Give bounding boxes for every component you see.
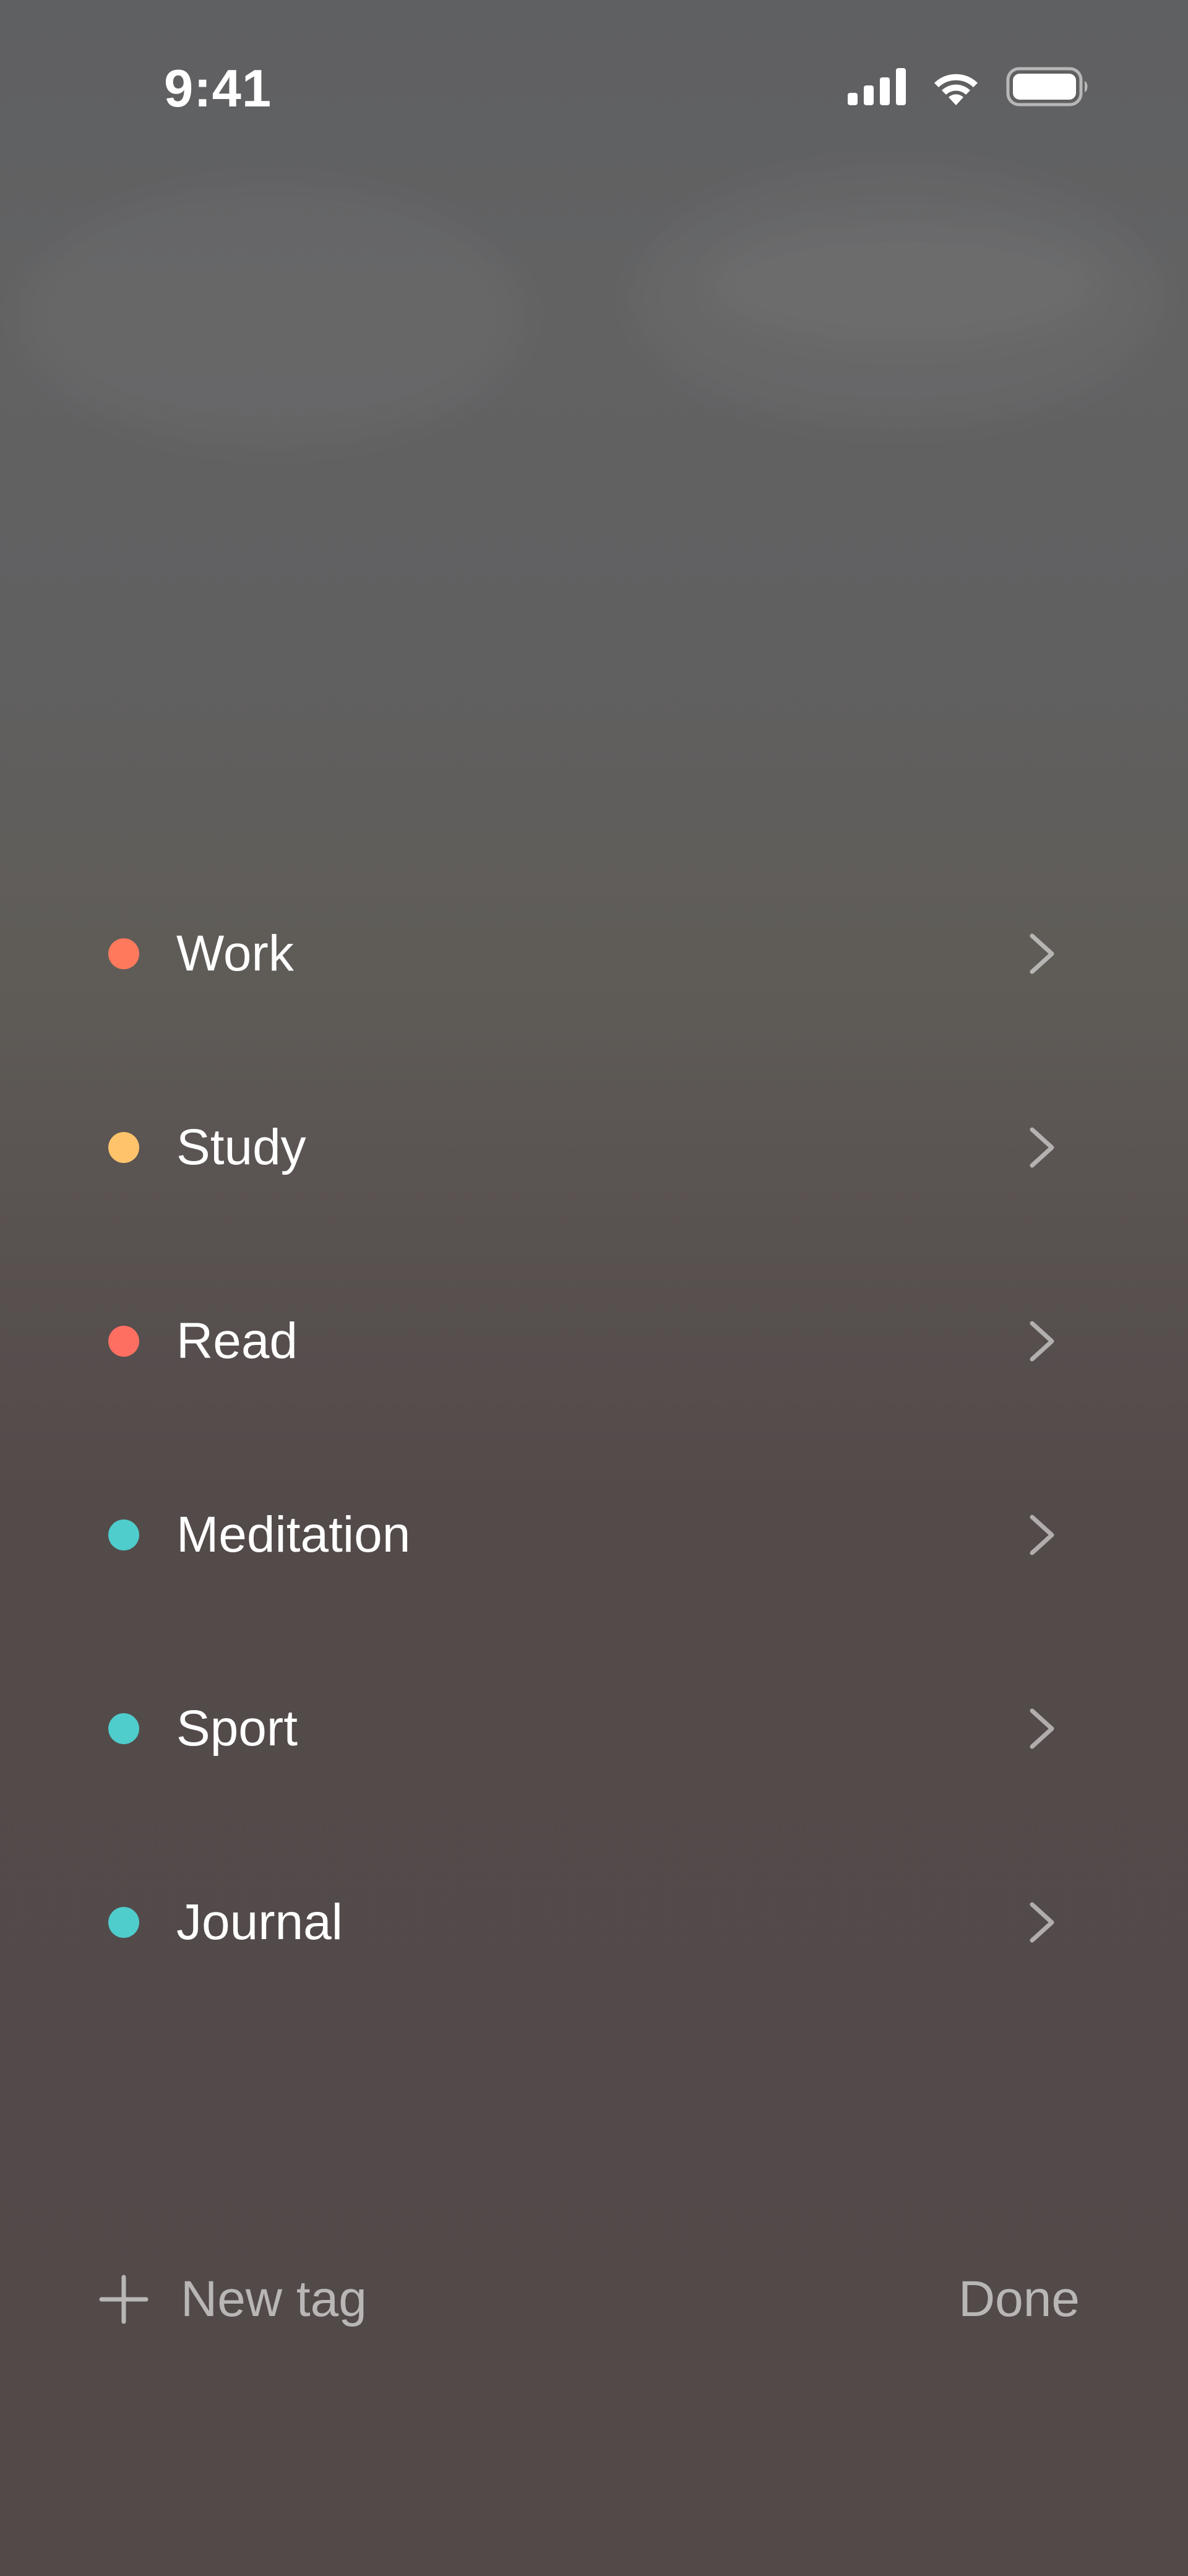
- tag-row-sport[interactable]: Sport: [0, 1632, 1188, 1825]
- footer-bar: New tag Done: [0, 2253, 1188, 2346]
- chevron-right-icon: [1030, 1127, 1054, 1167]
- background-blur-blob: [19, 186, 526, 446]
- tag-row-study[interactable]: Study: [0, 1050, 1188, 1244]
- tag-name: Read: [176, 1312, 298, 1369]
- tag-color-dot: [108, 1906, 139, 1938]
- tag-row-read[interactable]: Read: [0, 1244, 1188, 1438]
- tag-color-dot: [108, 1131, 139, 1163]
- tag-name: Study: [176, 1118, 306, 1175]
- tag-color-dot: [108, 938, 139, 969]
- chevron-right-icon: [1030, 1902, 1054, 1942]
- tag-row-journal[interactable]: Journal: [0, 1825, 1188, 2019]
- chevron-right-icon: [1030, 1321, 1054, 1361]
- status-time: 9:41: [164, 59, 272, 118]
- chevron-right-icon: [1030, 1708, 1054, 1748]
- wifi-icon: [929, 67, 983, 106]
- tag-color-dot: [108, 1325, 139, 1357]
- status-icons: [846, 67, 1089, 106]
- tag-name: Meditation: [176, 1506, 411, 1563]
- tag-list: Work Study Read Meditation Sport Journal: [0, 857, 1188, 2019]
- background-blur-blob: [705, 223, 1101, 347]
- tag-row-meditation[interactable]: Meditation: [0, 1438, 1188, 1632]
- plus-icon: [99, 2275, 148, 2324]
- tag-row-work[interactable]: Work: [0, 857, 1188, 1050]
- done-button[interactable]: Done: [958, 2253, 1080, 2346]
- tag-name: Work: [176, 925, 294, 982]
- chevron-right-icon: [1030, 933, 1054, 974]
- new-tag-button[interactable]: New tag: [99, 2253, 367, 2346]
- chevron-right-icon: [1030, 1515, 1054, 1555]
- tag-name: Journal: [176, 1893, 343, 1950]
- tag-color-dot: [108, 1713, 139, 1744]
- tag-name: Sport: [176, 1700, 298, 1757]
- new-tag-label: New tag: [181, 2271, 367, 2327]
- cellular-signal-icon: [846, 67, 906, 106]
- battery-icon: [1006, 67, 1089, 106]
- status-bar: 9:41: [0, 0, 1188, 173]
- tag-color-dot: [108, 1519, 139, 1550]
